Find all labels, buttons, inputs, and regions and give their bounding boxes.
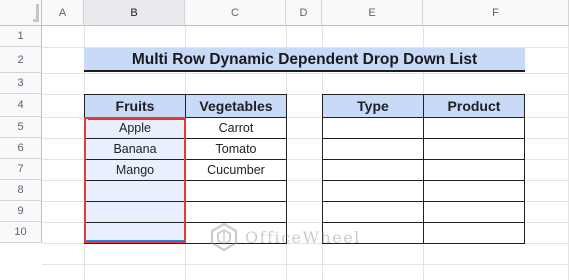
cell-product-6[interactable] — [423, 222, 525, 244]
row-header-6[interactable]: 6 — [0, 138, 42, 159]
cell-vegetable-2[interactable]: Tomato — [185, 138, 287, 160]
cell-vegetable-3[interactable]: Cucumber — [185, 159, 287, 181]
column-header-e[interactable]: E — [322, 0, 423, 26]
page-title[interactable]: Multi Row Dynamic Dependent Drop Down Li… — [84, 48, 525, 72]
cell-type-5[interactable] — [322, 201, 424, 223]
cell-vegetable-1[interactable]: Carrot — [185, 117, 287, 139]
cell-product-1[interactable] — [423, 117, 525, 139]
column-header-d[interactable]: D — [286, 0, 322, 26]
column-header-f[interactable]: F — [423, 0, 569, 26]
cell-product-5[interactable] — [423, 201, 525, 223]
cell-product-4[interactable] — [423, 180, 525, 202]
row-header-5[interactable]: 5 — [0, 117, 42, 138]
watermark-text: OfficeWheel — [245, 227, 361, 247]
gridline — [42, 73, 569, 74]
cell-type-1[interactable] — [322, 117, 424, 139]
row-header-9[interactable]: 9 — [0, 201, 42, 222]
row-header-2[interactable]: 2 — [0, 47, 42, 73]
row-header-4[interactable]: 4 — [0, 94, 42, 117]
cell-vegetable-4[interactable] — [185, 180, 287, 202]
cell-type-2[interactable] — [322, 138, 424, 160]
header-vegetables[interactable]: Vegetables — [185, 94, 287, 118]
column-header-a[interactable]: A — [42, 0, 84, 26]
row-header-1[interactable]: 1 — [0, 26, 42, 47]
freeze-handle[interactable] — [33, 4, 39, 22]
header-product[interactable]: Product — [423, 94, 525, 118]
select-all-corner[interactable] — [0, 0, 42, 26]
watermark: OfficeWheel — [209, 222, 361, 252]
cell-type-4[interactable] — [322, 180, 424, 202]
officewheel-logo-icon — [210, 222, 238, 252]
column-header-c[interactable]: C — [185, 0, 286, 26]
row-header-10[interactable]: 10 — [0, 222, 42, 243]
spreadsheet: A B C D E F 1 2 3 4 5 6 7 8 9 10 Multi R… — [0, 0, 569, 280]
row-header-7[interactable]: 7 — [0, 159, 42, 180]
row-header-8[interactable]: 8 — [0, 180, 42, 201]
gridline — [42, 264, 569, 265]
column-header-b[interactable]: B — [84, 0, 185, 26]
cell-product-2[interactable] — [423, 138, 525, 160]
cell-vegetable-5[interactable] — [185, 201, 287, 223]
cell-type-3[interactable] — [322, 159, 424, 181]
highlight-box — [84, 117, 186, 243]
row-header-3[interactable]: 3 — [0, 73, 42, 94]
header-fruits[interactable]: Fruits — [84, 94, 186, 118]
cell-product-3[interactable] — [423, 159, 525, 181]
header-type[interactable]: Type — [322, 94, 424, 118]
